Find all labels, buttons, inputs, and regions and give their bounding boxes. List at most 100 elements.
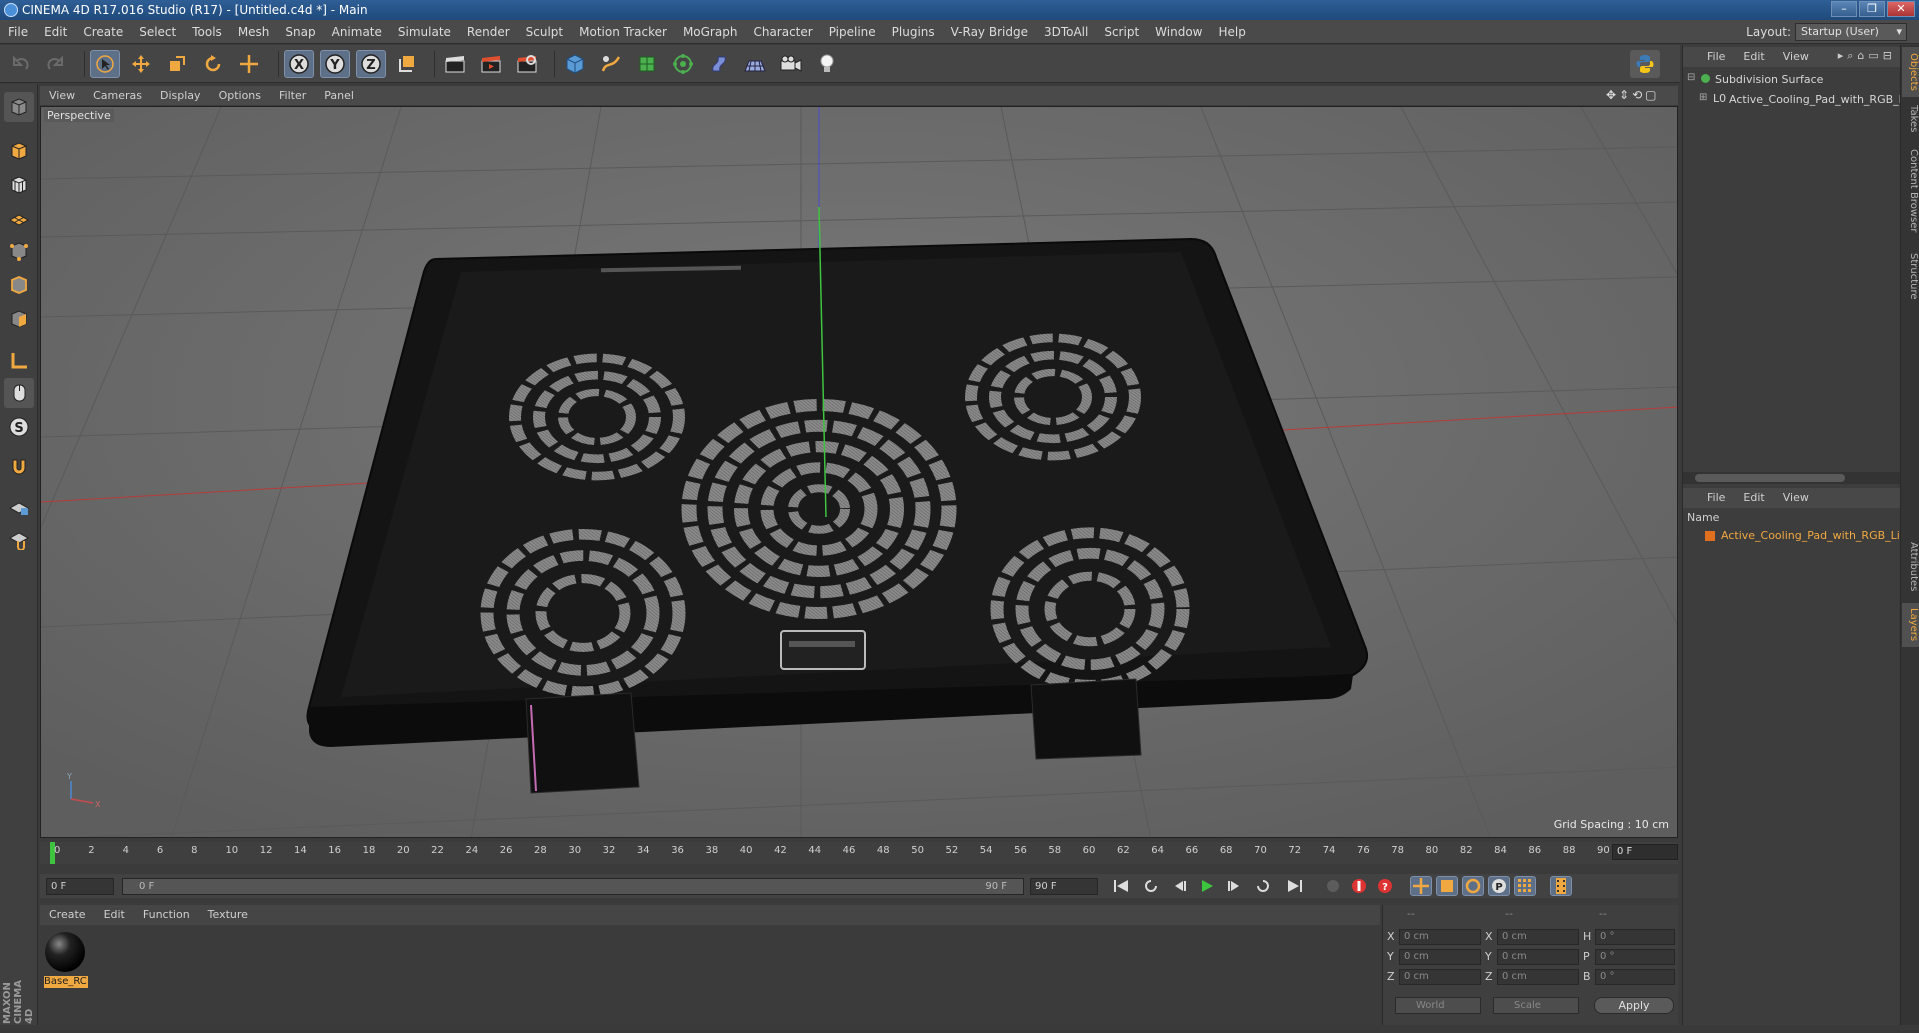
viewport-nav-icons[interactable]: ✥⇕⟲▢ [1606,88,1670,103]
tab-attributes[interactable]: Attributes [1902,535,1919,599]
rotate-tool-button[interactable] [198,50,228,78]
menu-render[interactable]: Render [459,20,518,44]
menu-script[interactable]: Script [1096,20,1147,44]
render-view-button[interactable] [440,50,470,78]
add-generator-button[interactable] [632,50,662,78]
add-camera-button[interactable] [776,50,806,78]
menu-help[interactable]: Help [1210,20,1253,44]
live-selection-button[interactable] [90,50,120,78]
play-button[interactable] [1196,876,1218,896]
material-menu-function[interactable]: Function [134,905,199,924]
model-mode-button[interactable] [4,136,34,166]
position-z-input[interactable]: 0 cm [1399,969,1481,985]
coordinate-system-button[interactable] [392,50,422,78]
menu-plugins[interactable]: Plugins [884,20,943,44]
key-scale-button[interactable] [1436,876,1458,896]
rotation-h-input[interactable]: 0 ° [1595,929,1675,945]
key-rotation-button[interactable] [1462,876,1484,896]
expand-icon[interactable]: ⊟ [1687,72,1695,83]
range-slider[interactable]: 0 F 90 F [122,878,1024,895]
next-frame-button[interactable] [1224,876,1246,896]
add-light-button[interactable] [812,50,842,78]
last-tool-button[interactable] [234,50,264,78]
expand-icon[interactable]: ⊞ [1699,92,1707,103]
layer-color-swatch[interactable] [1705,531,1715,541]
rotation-b-input[interactable]: 0 ° [1595,969,1675,985]
render-settings-button[interactable] [512,50,542,78]
move-tool-button[interactable] [126,50,156,78]
size-x-input[interactable]: 0 cm [1497,929,1579,945]
end-frame-field[interactable]: 90 F [1030,878,1098,895]
layout-select[interactable]: Startup (User) ▾ [1795,23,1907,41]
record-keys-button[interactable] [1322,876,1344,896]
viewport-menu-cameras[interactable]: Cameras [84,86,151,105]
edges-mode-button[interactable] [4,270,34,300]
viewport-menu-display[interactable]: Display [151,86,210,105]
tab-takes[interactable]: Takes [1902,101,1919,137]
rotation-p-input[interactable]: 0 ° [1595,949,1675,965]
tab-structure[interactable]: Structure [1902,245,1919,307]
render-to-picture-viewer-button[interactable] [476,50,506,78]
objects-menu-file[interactable]: File [1683,47,1734,67]
add-cube-button[interactable] [560,50,590,78]
workplane-snap-button[interactable] [4,524,34,554]
position-y-input[interactable]: 0 cm [1399,949,1481,965]
timeline-window-button[interactable] [1550,876,1572,896]
viewport-menu-view[interactable]: View [40,86,84,105]
menu-pipeline[interactable]: Pipeline [821,20,884,44]
python-button[interactable] [1630,50,1660,78]
menu-motion-tracker[interactable]: Motion Tracker [571,20,675,44]
menu-file[interactable]: File [0,20,36,44]
go-to-start-button[interactable] [1110,876,1132,896]
menu-window[interactable]: Window [1147,20,1210,44]
size-y-input[interactable]: 0 cm [1497,949,1579,965]
snap-button[interactable] [4,452,34,482]
viewport-menu-filter[interactable]: Filter [270,86,315,105]
tab-layers[interactable]: Layers [1902,603,1919,647]
next-key-button[interactable] [1252,876,1274,896]
axis-mode-button[interactable] [4,346,34,376]
viewport-menu-options[interactable]: Options [210,86,270,105]
current-frame-field[interactable]: 0 F [1612,844,1678,860]
record-active-button[interactable] [1348,876,1370,896]
tab-objects[interactable]: Objects [1902,47,1919,97]
polygons-mode-button[interactable] [4,304,34,334]
size-mode-select[interactable]: Scale [1493,997,1579,1014]
menu-sculpt[interactable]: Sculpt [518,20,571,44]
scrollbar-thumb[interactable] [1695,474,1845,482]
object-row-subdivision[interactable]: ⊟ Subdivision Surface [1683,69,1900,91]
layers-menu-edit[interactable]: Edit [1734,488,1773,508]
tab-content-browser[interactable]: Content Browser [1902,141,1919,241]
material-menu-texture[interactable]: Texture [199,905,257,924]
menu-mesh[interactable]: Mesh [230,20,278,44]
menu-snap[interactable]: Snap [277,20,323,44]
solo-button[interactable]: S [4,412,34,442]
layer-row[interactable]: Active_Cooling_Pad_with_RGB_Lig [1683,527,1900,545]
menu-3dtoall[interactable]: 3DToAll [1036,20,1096,44]
points-mode-button[interactable] [4,236,34,266]
menu-create[interactable]: Create [75,20,131,44]
objects-toolbar-icons[interactable]: ▸⌕⌂▭⊟ [1838,49,1896,63]
add-environment-button[interactable] [740,50,770,78]
menu-tools[interactable]: Tools [184,20,230,44]
tweak-mode-button[interactable] [4,378,34,408]
start-frame-field[interactable]: 0 F [46,878,114,895]
close-button[interactable]: ✕ [1887,1,1915,17]
objects-horizontal-scrollbar[interactable] [1683,472,1900,484]
menu-character[interactable]: Character [745,20,820,44]
viewport-menu-panel[interactable]: Panel [315,86,363,105]
previous-frame-button[interactable] [1168,876,1190,896]
menu-animate[interactable]: Animate [324,20,390,44]
objects-menu-view[interactable]: View [1774,47,1818,67]
menu-mograph[interactable]: MoGraph [675,20,746,44]
y-axis-lock-button[interactable]: Y [320,50,350,78]
previous-key-button[interactable] [1140,876,1162,896]
redo-button[interactable] [40,50,70,78]
make-editable-button[interactable] [4,92,34,122]
add-mograph-button[interactable] [668,50,698,78]
autokey-button[interactable]: ? [1374,876,1396,896]
texture-mode-button[interactable] [4,170,34,200]
workplane-mode-button[interactable] [4,202,34,232]
menu-select[interactable]: Select [131,20,184,44]
material-menu-create[interactable]: Create [40,905,95,924]
